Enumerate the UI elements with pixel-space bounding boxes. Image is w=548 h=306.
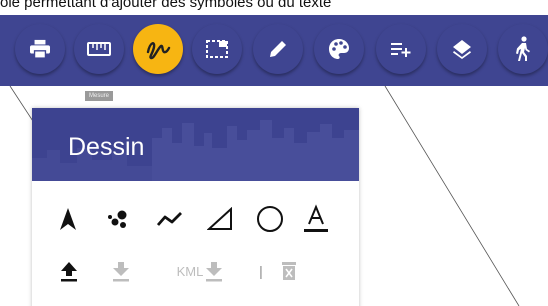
panel-header: Dessin — [32, 108, 359, 181]
points-icon — [108, 210, 127, 228]
select-tool-button[interactable] — [54, 204, 82, 234]
freehand-draw-icon — [146, 42, 171, 60]
circle-tool-button[interactable] — [253, 204, 287, 234]
download-icon — [113, 262, 129, 282]
print-button[interactable] — [15, 24, 65, 74]
arrow-pointer-icon — [60, 208, 76, 230]
walking-person-icon — [516, 36, 530, 61]
separator: | — [259, 263, 263, 279]
download-icon — [206, 262, 223, 282]
palette-icon — [329, 39, 349, 59]
instruction-text: ole permettant d'ajouter des symboles ou… — [0, 0, 332, 10]
layers-button[interactable] — [437, 24, 487, 74]
main-toolbar — [0, 15, 548, 86]
ruler-icon — [87, 42, 111, 56]
measure-button[interactable] — [74, 24, 124, 74]
delete-button[interactable] — [276, 258, 302, 284]
point-tool-button[interactable] — [103, 204, 133, 234]
circle-icon — [257, 206, 283, 232]
text-underline-icon — [304, 204, 328, 232]
kml-label: KML — [176, 263, 204, 279]
export-kml-button[interactable]: KML — [168, 258, 232, 284]
printer-icon — [30, 39, 50, 59]
drawing-panel: Dessin KML | — [32, 108, 359, 306]
line-tool-button[interactable] — [153, 204, 187, 234]
import-button[interactable] — [56, 258, 82, 284]
pencil-button[interactable] — [253, 24, 303, 74]
export-button[interactable] — [108, 258, 134, 284]
upload-icon — [61, 262, 77, 282]
draw-button[interactable] — [133, 24, 183, 74]
measure-tooltip: Mesure — [85, 91, 114, 101]
dashed-selection-icon — [206, 40, 228, 58]
add-list-button[interactable] — [376, 24, 426, 74]
triangle-icon — [207, 207, 232, 230]
playlist-add-icon — [391, 43, 411, 57]
pencil-icon — [270, 41, 286, 57]
select-area-button[interactable] — [192, 24, 242, 74]
polyline-icon — [156, 212, 182, 226]
panel-title: Dessin — [68, 133, 145, 161]
layers-icon — [453, 40, 471, 59]
palette-button[interactable] — [314, 24, 364, 74]
street-view-button[interactable] — [498, 24, 548, 74]
text-tool-button[interactable] — [299, 202, 333, 236]
trash-icon — [282, 262, 296, 280]
polygon-tool-button[interactable] — [204, 204, 236, 234]
